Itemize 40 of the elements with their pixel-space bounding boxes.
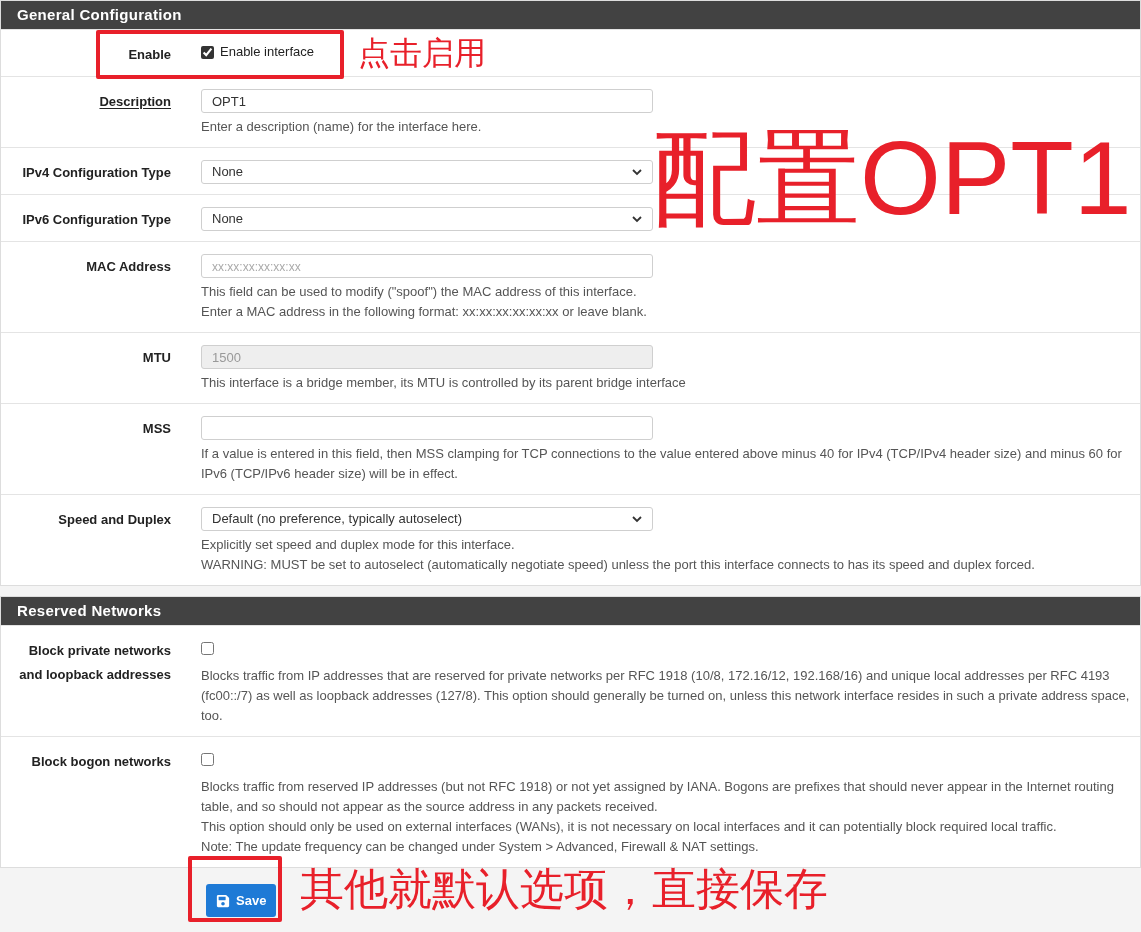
field-label: IPv6 Configuration Type <box>22 212 171 227</box>
help-text: Blocks traffic from IP addresses that are reserved for private networks per RFC 1918 (10/8, 172.16/12, 192.168/16) and unique local addresses per RFC 4193 (fc00::/7) as well as loopback addresses (127/8). This option should generally be turned on, unless this network interface resides in such a private address space, too. <box>201 667 1130 725</box>
help-text: This field can be used to modify ("spoof") the MAC address of this interface. <box>201 283 638 301</box>
select-field[interactable]: None <box>201 207 653 231</box>
annotation-text: 配置OPT1 <box>652 119 1132 238</box>
help-text: Explicitly set speed and duplex mode for this interface. <box>201 536 516 554</box>
annotation-text: 其他就默认选项，直接保存 <box>300 863 828 915</box>
field-label: Speed and Duplex <box>58 512 171 527</box>
chevron-down-icon <box>632 168 642 176</box>
save-button[interactable]: Save <box>206 884 277 917</box>
annotation-text: 点击启用 <box>358 34 486 73</box>
select-field[interactable]: Default (no preference, typically autoselect) <box>201 507 653 531</box>
help-text: Note: The update frequency can be changed under System > Advanced, Firewall & NAT settings. <box>201 838 760 856</box>
input-field[interactable] <box>201 416 653 440</box>
help-text: Enter a MAC address in the following format: xx:xx:xx:xx:xx:xx or leave blank. <box>201 303 648 321</box>
field-label: Description <box>99 94 171 109</box>
chevron-down-icon <box>632 515 642 523</box>
field-label: Block bogon networks <box>31 754 171 769</box>
help-text: WARNING: MUST be set to autoselect (automatically negotiate speed) unless the port this interface connects to has its speed and duplex forced. <box>201 556 1036 574</box>
select-field[interactable]: None <box>201 160 653 184</box>
checkbox-label: Enable interface <box>220 43 314 62</box>
help-text: This option should only be used on external interfaces (WANs), it is not necessary on local interfaces and it can potentially block required local traffic. <box>201 818 1058 836</box>
chevron-down-icon <box>632 215 642 223</box>
checkbox[interactable] <box>201 641 214 655</box>
field-label: MAC Address <box>86 259 171 274</box>
field-label: IPv4 Configuration Type <box>22 165 171 180</box>
help-text: This interface is a bridge member, its MTU is controlled by its parent bridge interface <box>201 374 687 392</box>
checkbox[interactable] <box>201 752 214 766</box>
field-label: Enable <box>128 47 171 62</box>
field-label: MTU <box>142 350 171 365</box>
help-text: If a value is entered in this field, then MSS clamping for TCP connections to the value entered above minus 40 for IPv4 (TCP/IPv4 header size) and minus 60 for IPv6 (TCP/IPv6 header size) will be in effect. <box>201 445 1123 483</box>
field-label: MSS <box>142 421 171 436</box>
checkbox[interactable] <box>201 45 214 59</box>
input-field[interactable]: OPT1 <box>201 89 653 113</box>
panel-header: General Configuration <box>1 1 1140 29</box>
help-text: Blocks traffic from reserved IP addresses (but not RFC 1918) or not yet assigned by IANA. Bogons are prefixes that should never appear in the Internet routing table, and so should not appear as the source address in any packets received. <box>201 778 1115 816</box>
input-field[interactable]: xx:xx:xx:xx:xx:xx <box>201 254 653 278</box>
help-text: Enter a description (name) for the interface here. <box>201 118 483 136</box>
panel-header: Reserved Networks <box>1 597 1140 625</box>
field-label: Block private networks and loopback addresses <box>19 643 171 682</box>
